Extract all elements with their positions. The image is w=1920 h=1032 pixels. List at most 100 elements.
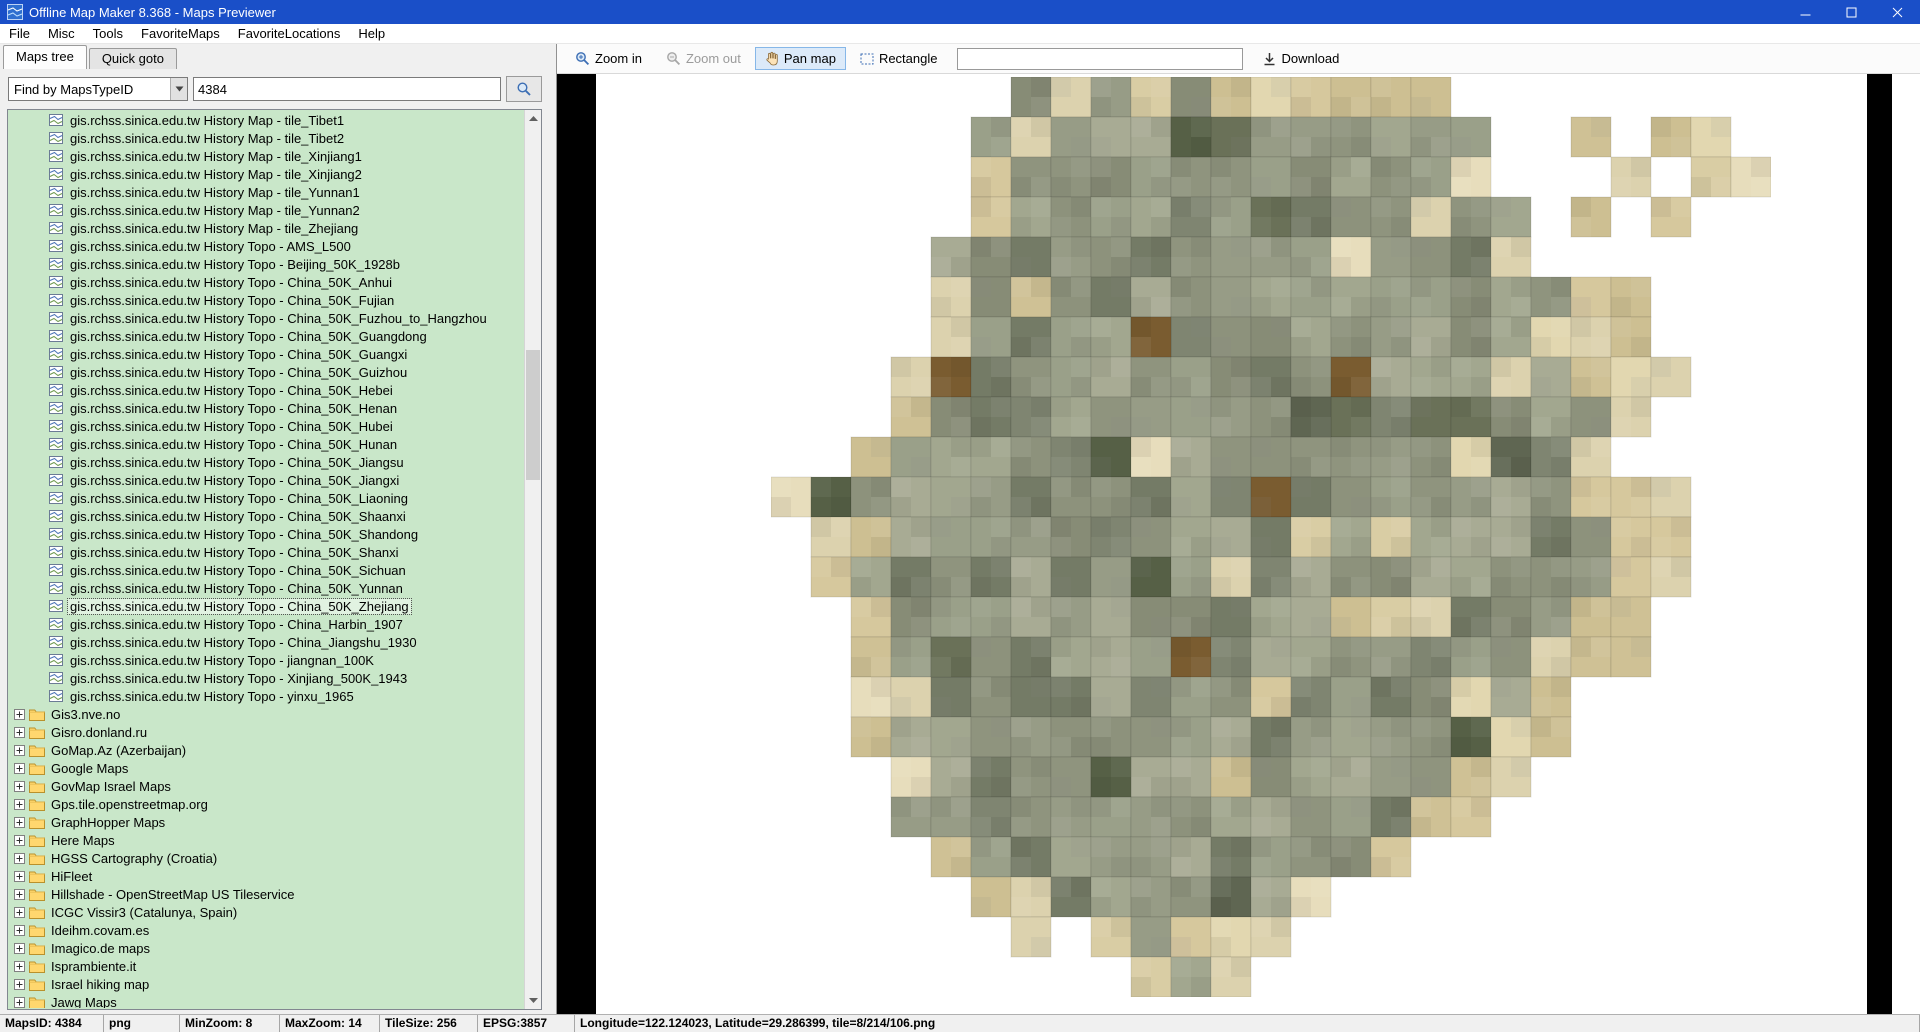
tree-folder[interactable]: HGSS Cartography (Croatia): [9, 849, 523, 867]
rectangle-button[interactable]: Rectangle: [850, 47, 948, 70]
tree-item[interactable]: gis.rchss.sinica.edu.tw History Topo - C…: [9, 399, 523, 417]
tree-item[interactable]: gis.rchss.sinica.edu.tw History Topo - C…: [9, 489, 523, 507]
hand-icon: [765, 51, 779, 66]
tree-item[interactable]: gis.rchss.sinica.edu.tw History Topo - C…: [9, 597, 523, 615]
tree-item[interactable]: gis.rchss.sinica.edu.tw History Topo - C…: [9, 525, 523, 543]
menu-help[interactable]: Help: [349, 24, 394, 44]
menu-tools[interactable]: Tools: [84, 24, 132, 44]
download-button[interactable]: Download: [1253, 47, 1349, 70]
tree-item[interactable]: gis.rchss.sinica.edu.tw History Map - ti…: [9, 165, 523, 183]
expand-plus-icon[interactable]: [14, 961, 25, 972]
expand-plus-icon[interactable]: [14, 817, 25, 828]
tree-item[interactable]: gis.rchss.sinica.edu.tw History Map - ti…: [9, 129, 523, 147]
pan-map-button[interactable]: Pan map: [755, 47, 846, 70]
tree-folder[interactable]: Here Maps: [9, 831, 523, 849]
tree-folder[interactable]: Jawg Maps: [9, 993, 523, 1008]
maps-tree: gis.rchss.sinica.edu.tw History Map - ti…: [9, 111, 523, 1008]
tree-item[interactable]: gis.rchss.sinica.edu.tw History Map - ti…: [9, 219, 523, 237]
tree-item[interactable]: gis.rchss.sinica.edu.tw History Topo - y…: [9, 687, 523, 705]
tree-item[interactable]: gis.rchss.sinica.edu.tw History Topo - C…: [9, 327, 523, 345]
tree-folder[interactable]: Gis3.nve.no: [9, 705, 523, 723]
expand-plus-icon[interactable]: [14, 853, 25, 864]
tree-item[interactable]: gis.rchss.sinica.edu.tw History Topo - C…: [9, 309, 523, 327]
expand-plus-icon[interactable]: [14, 745, 25, 756]
map-canvas[interactable]: [771, 77, 1771, 997]
close-button[interactable]: [1874, 0, 1920, 24]
tree-item[interactable]: gis.rchss.sinica.edu.tw History Map - ti…: [9, 147, 523, 165]
minimize-button[interactable]: [1782, 0, 1828, 24]
tab-quick-goto[interactable]: Quick goto: [89, 48, 177, 69]
tab-maps-tree[interactable]: Maps tree: [3, 45, 87, 69]
tree-item[interactable]: gis.rchss.sinica.edu.tw History Topo - C…: [9, 291, 523, 309]
tree-scrollbar[interactable]: [524, 110, 541, 1009]
tree-item[interactable]: gis.rchss.sinica.edu.tw History Topo - C…: [9, 363, 523, 381]
tree-item-label: gis.rchss.sinica.edu.tw History Map - ti…: [68, 113, 346, 128]
tree-folder[interactable]: Ideihm.covam.es: [9, 921, 523, 939]
tree-item[interactable]: gis.rchss.sinica.edu.tw History Topo - A…: [9, 237, 523, 255]
toolbar-input[interactable]: [957, 48, 1243, 70]
tree-folder[interactable]: GraphHopper Maps: [9, 813, 523, 831]
map-tile-icon: [49, 492, 63, 504]
tree-folder[interactable]: Gps.tile.openstreetmap.org: [9, 795, 523, 813]
expand-plus-icon[interactable]: [14, 781, 25, 792]
menu-favoritemaps[interactable]: FavoriteMaps: [132, 24, 229, 44]
expand-plus-icon[interactable]: [14, 709, 25, 720]
tree-folder[interactable]: GoMap.Az (Azerbaijan): [9, 741, 523, 759]
tree-item[interactable]: gis.rchss.sinica.edu.tw History Topo - j…: [9, 651, 523, 669]
expand-plus-icon[interactable]: [14, 763, 25, 774]
tree-item[interactable]: gis.rchss.sinica.edu.tw History Topo - C…: [9, 345, 523, 363]
scroll-down-icon[interactable]: [525, 992, 541, 1009]
tree-item[interactable]: gis.rchss.sinica.edu.tw History Topo - C…: [9, 543, 523, 561]
tree-folder[interactable]: Google Maps: [9, 759, 523, 777]
tree-item-label: gis.rchss.sinica.edu.tw History Topo - A…: [68, 239, 353, 254]
expand-plus-icon[interactable]: [14, 727, 25, 738]
tree-item[interactable]: gis.rchss.sinica.edu.tw History Topo - C…: [9, 579, 523, 597]
tree-item[interactable]: gis.rchss.sinica.edu.tw History Map - ti…: [9, 183, 523, 201]
tree-folder[interactable]: GovMap Israel Maps: [9, 777, 523, 795]
tree-folder[interactable]: HiFleet: [9, 867, 523, 885]
tree-item[interactable]: gis.rchss.sinica.edu.tw History Topo - C…: [9, 453, 523, 471]
tree-item[interactable]: gis.rchss.sinica.edu.tw History Topo - C…: [9, 417, 523, 435]
tree-item[interactable]: gis.rchss.sinica.edu.tw History Topo - C…: [9, 633, 523, 651]
tree-folder[interactable]: Hillshade - OpenStreetMap US Tileservice: [9, 885, 523, 903]
tree-item[interactable]: gis.rchss.sinica.edu.tw History Topo - C…: [9, 273, 523, 291]
tree-item[interactable]: gis.rchss.sinica.edu.tw History Map - ti…: [9, 111, 523, 129]
tree-item[interactable]: gis.rchss.sinica.edu.tw History Topo - C…: [9, 381, 523, 399]
expand-plus-icon[interactable]: [14, 997, 25, 1008]
find-by-dropdown[interactable]: Find by MapsTypeID: [8, 77, 188, 101]
tree-item[interactable]: gis.rchss.sinica.edu.tw History Map - ti…: [9, 201, 523, 219]
tree-item-label: gis.rchss.sinica.edu.tw History Topo - C…: [68, 365, 409, 380]
menu-favoritelocations[interactable]: FavoriteLocations: [229, 24, 350, 44]
scroll-up-icon[interactable]: [525, 110, 541, 127]
expand-plus-icon[interactable]: [14, 979, 25, 990]
maximize-button[interactable]: [1828, 0, 1874, 24]
expand-plus-icon[interactable]: [14, 835, 25, 846]
tree-item[interactable]: gis.rchss.sinica.edu.tw History Topo - X…: [9, 669, 523, 687]
tree-folder[interactable]: ICGC Vissir3 (Catalunya, Spain): [9, 903, 523, 921]
menu-misc[interactable]: Misc: [39, 24, 84, 44]
tree-folder[interactable]: Gisro.donland.ru: [9, 723, 523, 741]
expand-plus-icon[interactable]: [14, 889, 25, 900]
tree-item[interactable]: gis.rchss.sinica.edu.tw History Topo - C…: [9, 561, 523, 579]
menu-file[interactable]: File: [0, 24, 39, 44]
zoom-out-button[interactable]: Zoom out: [656, 47, 751, 70]
expand-plus-icon[interactable]: [14, 943, 25, 954]
expand-plus-icon[interactable]: [14, 799, 25, 810]
search-button[interactable]: [506, 76, 542, 102]
tree-folder[interactable]: Isprambiente.it: [9, 957, 523, 975]
tree-item[interactable]: gis.rchss.sinica.edu.tw History Topo - C…: [9, 471, 523, 489]
tree-item[interactable]: gis.rchss.sinica.edu.tw History Topo - C…: [9, 435, 523, 453]
zoom-in-button[interactable]: Zoom in: [565, 47, 652, 70]
tree-item[interactable]: gis.rchss.sinica.edu.tw History Topo - C…: [9, 507, 523, 525]
expand-plus-icon[interactable]: [14, 925, 25, 936]
tree-folder[interactable]: Imagico.de maps: [9, 939, 523, 957]
expand-plus-icon[interactable]: [14, 871, 25, 882]
map-viewport[interactable]: [557, 74, 1920, 1014]
tree-folder[interactable]: Israel hiking map: [9, 975, 523, 993]
map-tile-icon: [49, 240, 63, 252]
scrollbar-thumb[interactable]: [526, 350, 540, 480]
search-input[interactable]: [193, 77, 501, 101]
tree-item[interactable]: gis.rchss.sinica.edu.tw History Topo - C…: [9, 615, 523, 633]
tree-item[interactable]: gis.rchss.sinica.edu.tw History Topo - B…: [9, 255, 523, 273]
expand-plus-icon[interactable]: [14, 907, 25, 918]
